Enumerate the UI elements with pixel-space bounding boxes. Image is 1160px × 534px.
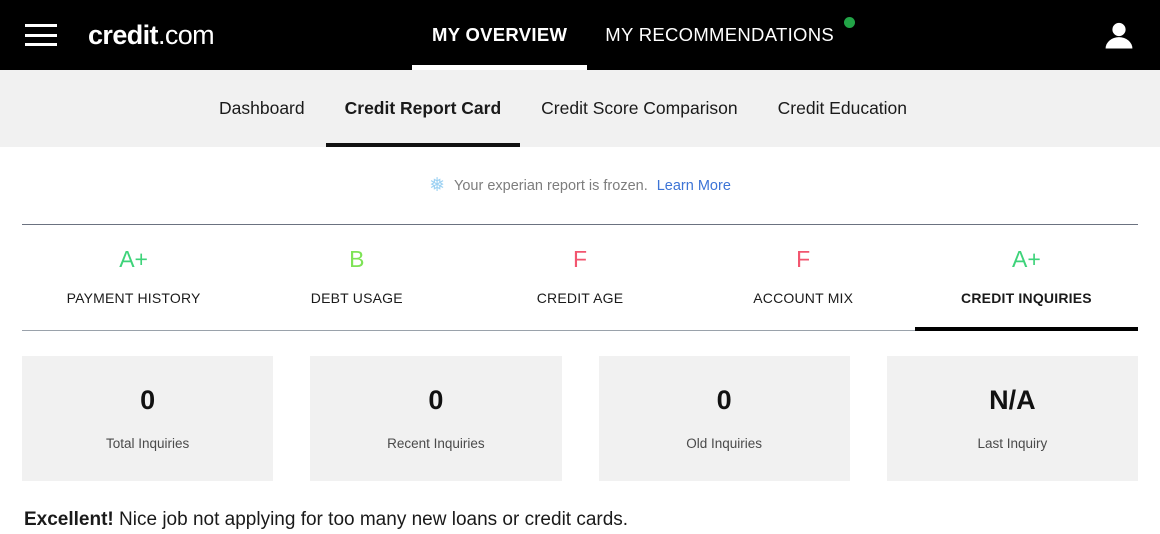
subnav-item-credit-score-comparison[interactable]: Credit Score Comparison	[541, 70, 737, 147]
grade-letter: A+	[1012, 246, 1041, 272]
grade-letter: F	[572, 246, 588, 272]
summary-text: Nice job not applying for too many new l…	[113, 509, 629, 530]
grade-tab-account-mix[interactable]: F ACCOUNT MIX	[691, 225, 915, 331]
grade-tab-debt-usage[interactable]: B DEBT USAGE	[245, 225, 469, 331]
grade-tabs-container: A+ PAYMENT HISTORY B DEBT USAGE F CREDIT…	[22, 224, 1139, 331]
stat-label: Total Inquiries	[105, 435, 190, 451]
nav-item-label: MY OVERVIEW	[432, 24, 568, 45]
subnav-item-label: Credit Report Card	[344, 98, 502, 118]
notification-dot-badge	[844, 17, 856, 28]
frozen-report-notice: ❅ Your experian report is frozen. Learn …	[0, 147, 1160, 224]
grade-tab-payment-history[interactable]: A+ PAYMENT HISTORY	[22, 225, 246, 331]
stat-card-recent-inquiries: 0 Recent Inquiries	[310, 356, 562, 481]
stat-card-total-inquiries: 0 Total Inquiries	[22, 356, 274, 481]
nav-item-my-overview[interactable]: MY OVERVIEW	[412, 0, 588, 70]
summary-message: Excellent! Nice job not applying for too…	[24, 509, 1136, 531]
summary-headline: Excellent!	[24, 509, 114, 530]
subnav-item-dashboard[interactable]: Dashboard	[219, 70, 305, 147]
user-avatar-icon[interactable]	[1101, 17, 1137, 53]
primary-nav: MY OVERVIEW MY RECOMMENDATIONS	[412, 0, 856, 70]
nav-item-my-recommendations[interactable]: MY RECOMMENDATIONS	[605, 0, 856, 70]
stat-value: 0	[716, 384, 732, 415]
subnav-item-label: Dashboard	[219, 98, 305, 118]
hamburger-line	[25, 33, 57, 37]
subnav-item-label: Credit Education	[777, 98, 908, 118]
snowflake-icon: ❅	[429, 175, 446, 196]
brand-logo[interactable]: credit.com	[88, 19, 215, 50]
grade-letter: F	[796, 246, 811, 272]
stat-value: N/A	[989, 384, 1036, 415]
stat-label: Old Inquiries	[686, 435, 763, 451]
stat-card-old-inquiries: 0 Old Inquiries	[598, 356, 850, 481]
grade-tab-credit-inquiries[interactable]: A+ CREDIT INQUIRIES	[914, 225, 1139, 331]
grade-label: DEBT USAGE	[310, 290, 403, 306]
stat-label: Recent Inquiries	[387, 435, 485, 451]
stat-value: 0	[140, 384, 156, 415]
grade-tab-credit-age[interactable]: F CREDIT AGE	[468, 225, 692, 331]
grade-label: CREDIT AGE	[536, 290, 624, 306]
subnav-item-credit-report-card[interactable]: Credit Report Card	[325, 70, 521, 147]
grade-label: CREDIT INQUIRIES	[961, 290, 1092, 306]
hamburger-menu-icon[interactable]	[25, 24, 57, 46]
grade-letter: B	[349, 246, 365, 272]
secondary-nav: Dashboard Credit Report Card Credit Scor…	[0, 70, 1160, 147]
subnav-item-label: Credit Score Comparison	[541, 98, 738, 118]
stat-label: Last Inquiry	[977, 435, 1048, 451]
frozen-notice-text: Your experian report is frozen.	[454, 177, 648, 194]
grade-label: PAYMENT HISTORY	[66, 290, 201, 306]
learn-more-link[interactable]: Learn More	[657, 178, 731, 194]
stat-value: 0	[428, 384, 444, 415]
grade-letter: A+	[119, 246, 148, 272]
grade-tabs: A+ PAYMENT HISTORY B DEBT USAGE F CREDIT…	[22, 225, 1139, 331]
hamburger-line	[25, 43, 57, 46]
grade-label: ACCOUNT MIX	[753, 290, 854, 306]
hamburger-line	[25, 24, 57, 27]
inquiry-stat-cards: 0 Total Inquiries 0 Recent Inquiries 0 O…	[22, 356, 1138, 481]
subnav-item-credit-education[interactable]: Credit Education	[778, 70, 907, 147]
stat-card-last-inquiry: N/A Last Inquiry	[886, 356, 1138, 481]
brand-name-tld: .com	[157, 19, 215, 50]
top-header-bar: credit.com MY OVERVIEW MY RECOMMENDATION…	[0, 0, 1160, 70]
brand-name-strong: credit	[88, 19, 159, 50]
nav-item-label: MY RECOMMENDATIONS	[605, 24, 835, 45]
